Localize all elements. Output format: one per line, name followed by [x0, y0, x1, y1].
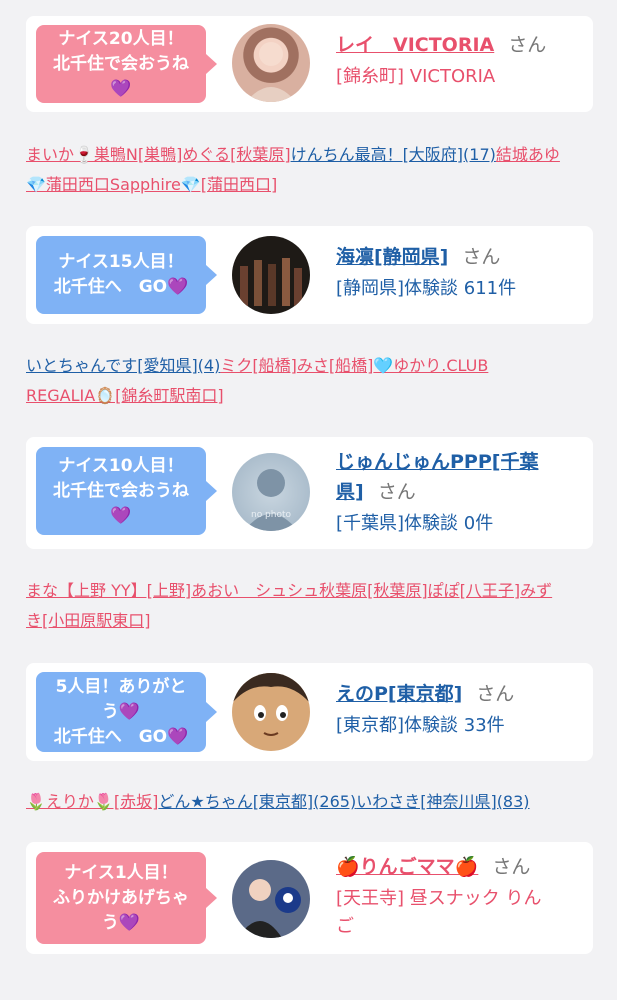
nice-bubble: ナイス20人目！ 北千住で会おうね 💜 — [36, 25, 217, 103]
activity-link[interactable]: ぽぽ[八王子] — [428, 581, 521, 600]
avatar[interactable] — [232, 860, 310, 938]
shop-info: [錦糸町] VICTORIA — [336, 66, 496, 87]
user-name-link[interactable]: 🍎りんごママ🍎 — [336, 856, 478, 878]
nice-card-1: ナイス20人目！ 北千住で会おうね 💜 レイ VICTORIA さん [錦糸町] … — [26, 16, 593, 112]
activity-link[interactable]: みず — [520, 581, 552, 600]
activity-line-1: まいか🍷巣鴨N[巣鴨]めぐる[秋葉原]けんちん最高！[大阪府](17)結城あゆ … — [26, 140, 596, 200]
avatar[interactable] — [232, 24, 310, 102]
activity-link[interactable]: いとちゃんです[愛知県](4) — [26, 356, 220, 375]
user-name-link[interactable]: 県] — [336, 481, 364, 503]
activity-link[interactable]: 結城あゆ — [496, 145, 560, 164]
nice-bubble: ナイス15人目！ 北千住へ GO💜 — [36, 236, 217, 314]
avatar[interactable] — [232, 236, 310, 314]
avatar[interactable] — [232, 673, 310, 751]
nice-card-4: 5人目！ありがと う💜 北千住へ GO💜 えのP[東京都] さん [東京都]体験談… — [26, 663, 593, 761]
activity-link[interactable]: 🩵ゆかり.CLUB — [373, 356, 488, 375]
shop-info-cont: ご — [336, 916, 354, 937]
activity-link[interactable]: REGALIA🪞[錦糸町駅南口] — [26, 386, 224, 405]
san-label: さん — [492, 856, 531, 878]
no-photo-silhouette-icon: no photo — [244, 469, 298, 531]
activity-link[interactable]: 🌷えりか🌷[赤坂] — [26, 792, 158, 811]
cartoon-face-icon — [232, 673, 310, 736]
activity-link[interactable]: ミク[船橋] — [220, 356, 297, 375]
activity-line-4: 🌷えりか🌷[赤坂]どん★ちゃん[東京都](265)いわさき[神奈川県](83) — [26, 787, 596, 817]
user-name-link[interactable]: じゅんじゅんPPP[千葉 — [336, 451, 538, 473]
activity-link[interactable]: まいか🍷巣鴨N[巣鴨] — [26, 145, 182, 164]
user-name-link[interactable]: レイ VICTORIA — [336, 34, 494, 56]
activity-line-2: いとちゃんです[愛知県](4)ミク[船橋]みさ[船橋]🩵ゆかり.CLUB REG… — [26, 351, 596, 411]
nice-bubble: ナイス1人目！ ふりかけあげちゃ う💜 — [36, 852, 217, 944]
no-photo-label: no photo — [251, 510, 292, 520]
activity-link[interactable]: どん★ちゃん[東京都](265) — [158, 792, 356, 811]
activity-link[interactable]: あおい シュシュ秋葉原[秋葉原] — [191, 581, 428, 600]
activity-link[interactable]: けんちん最高！[大阪府](17) — [291, 145, 496, 164]
san-label: さん — [462, 246, 501, 268]
experience-count: [東京都]体験談 33件 — [336, 715, 505, 736]
san-label: さん — [476, 683, 515, 705]
activity-link[interactable]: まな【上野 YY】[上野] — [26, 581, 191, 600]
nice-card-5: ナイス1人目！ ふりかけあげちゃ う💜 🍎りんごママ🍎 さん [天王寺] 昼スナッ… — [26, 842, 593, 954]
activity-link[interactable]: 💎蒲田西口Sapphire💎[蒲田西口] — [26, 175, 277, 194]
activity-link[interactable]: いわさき[神奈川県](83) — [356, 792, 529, 811]
activity-link[interactable]: めぐる[秋葉原] — [182, 145, 290, 164]
nice-card-3: ナイス10人目！ 北千住で会おうね 💜 no photo じゅんじゅんPPP[千… — [26, 437, 593, 549]
avatar-photo-icon — [238, 879, 301, 938]
nice-bubble: 5人目！ありがと う💜 北千住へ GO💜 — [36, 672, 217, 752]
user-name-link[interactable]: えのP[東京都] — [336, 683, 462, 705]
nice-card-2: ナイス15人目！ 北千住へ GO💜 海凛[静岡県] さん [静岡県]体験談 611… — [26, 226, 593, 324]
shop-info: [天王寺] 昼スナック りん — [336, 888, 542, 909]
experience-count: [静岡県]体験談 611件 — [336, 278, 517, 299]
experience-count: [千葉県]体験談 0件 — [336, 513, 494, 534]
avatar-photo-icon — [240, 258, 302, 306]
san-label: さん — [508, 34, 547, 56]
activity-link[interactable]: き[小田原駅東口] — [26, 611, 151, 630]
avatar-photo-icon — [246, 42, 296, 102]
san-label: さん — [377, 481, 416, 503]
activity-link[interactable]: みさ[船橋] — [297, 356, 374, 375]
activity-line-3: まな【上野 YY】[上野]あおい シュシュ秋葉原[秋葉原]ぽぽ[八王子]みず き… — [26, 576, 596, 636]
user-name-link[interactable]: 海凛[静岡県] — [336, 246, 448, 268]
avatar[interactable]: no photo — [232, 453, 310, 531]
nice-bubble: ナイス10人目！ 北千住で会おうね 💜 — [36, 447, 217, 535]
